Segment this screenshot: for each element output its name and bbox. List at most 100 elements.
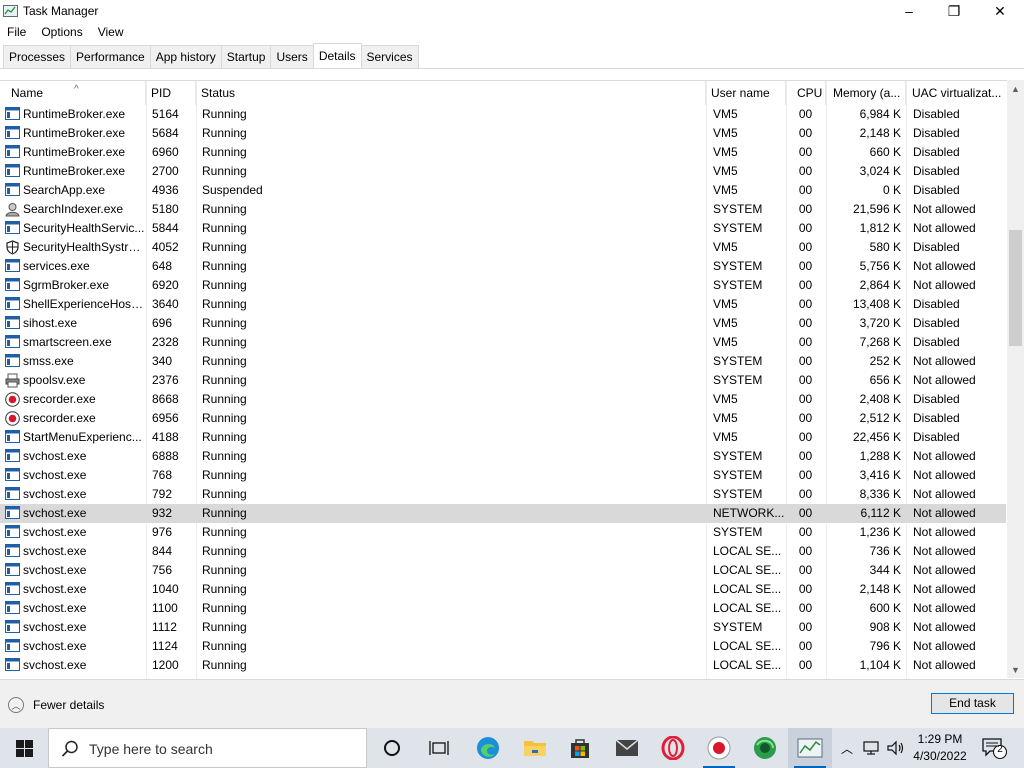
table-row[interactable]: spoolsv.exe 2376 Running SYSTEM 00 656 K Not a… [0,371,1006,390]
taskbar-recorder[interactable] [697,728,741,768]
table-row[interactable]: svchost.exe 1100 Running LOCAL SE... 00 600 K… [0,599,1006,618]
maximize-button[interactable]: ❐ [931,0,977,22]
process-name: svchost.exe [23,449,87,463]
tab-processes[interactable]: Processes [3,45,72,68]
column-header-cpu[interactable]: CPU [792,81,826,105]
menu-options[interactable]: Options [34,23,90,43]
footer-bar: ︿ Fewer details End task [0,679,1024,729]
table-row[interactable]: ShellExperienceHost.... 3640 Running VM5 00 1… [0,295,1006,314]
process-memory: 1,104 K [859,658,901,672]
table-row[interactable]: srecorder.exe 8668 Running VM5 00 2,408 K Disa… [0,390,1006,409]
table-row[interactable]: svchost.exe 1040 Running LOCAL SE... 00 2,148… [0,580,1006,599]
taskbar-clock[interactable]: 1:29 PM 4/30/2022 [906,731,974,765]
process-cpu: 00 [798,544,813,558]
column-header-uac[interactable]: UAC virtualizat... [907,81,1006,105]
minimize-button[interactable]: – [886,0,932,22]
taskbar-store[interactable] [558,728,602,768]
tab-details[interactable]: Details [312,43,362,68]
table-row[interactable]: StartMenuExperienc... 4188 Running VM5 00 22,… [0,428,1006,447]
table-row[interactable]: svchost.exe 932 Running NETWORK... 00 6,112 K… [0,504,1006,523]
table-row[interactable]: RuntimeBroker.exe 6960 Running VM5 00 660 K Di… [0,143,1006,162]
process-pid: 5684 [152,126,179,140]
table-row[interactable]: svchost.exe 756 Running LOCAL SE... 00 344 K N… [0,561,1006,580]
tab-app-history[interactable]: App history [149,45,222,68]
process-uac: Disabled [913,126,960,140]
table-row[interactable]: sihost.exe 696 Running VM5 00 3,720 K Disabled [0,314,1006,333]
fewer-details-button[interactable]: ︿ Fewer details [8,695,104,715]
scroll-down-arrow-icon[interactable]: ▼ [1007,661,1024,678]
table-row[interactable]: svchost.exe 1124 Running LOCAL SE... 00 796 K… [0,637,1006,656]
process-name: svchost.exe [23,544,87,558]
process-user: VM5 [713,297,738,311]
table-row[interactable]: SgrmBroker.exe 6920 Running SYSTEM 00 2,864 K… [0,276,1006,295]
table-row[interactable]: svchost.exe 6888 Running SYSTEM 00 1,288 K Not… [0,447,1006,466]
end-task-button[interactable]: End task [931,693,1014,714]
volume-icon[interactable] [886,740,906,756]
vertical-scrollbar[interactable]: ▲ ▼ [1007,80,1024,678]
table-row[interactable]: svchost.exe 792 Running SYSTEM 00 8,336 K Not … [0,485,1006,504]
table-row[interactable]: svchost.exe 844 Running LOCAL SE... 00 736 K N… [0,542,1006,561]
menu-file[interactable]: File [0,23,34,43]
process-uac: Disabled [913,335,960,349]
app-window-icon [5,164,21,179]
taskbar-file-explorer[interactable] [513,728,557,768]
tab-services[interactable]: Services [360,45,419,68]
taskbar-opera[interactable] [651,728,695,768]
store-bag-icon [571,739,589,758]
network-icon[interactable] [862,740,882,756]
task-view-button[interactable] [417,728,461,768]
table-row[interactable]: RuntimeBroker.exe 5684 Running VM5 00 2,148 K… [0,124,1006,143]
record-icon [5,411,21,426]
app-window-icon [5,316,21,331]
table-row[interactable]: services.exe 648 Running SYSTEM 00 5,756 K Not… [0,257,1006,276]
column-header-name[interactable]: ^ Name [6,81,146,105]
process-status: Running [202,658,247,672]
table-row[interactable]: smartscreen.exe 2328 Running VM5 00 7,268 K Di… [0,333,1006,352]
taskbar-edge[interactable] [466,728,510,768]
menu-view[interactable]: View [91,23,132,43]
process-memory: 736 K [869,544,901,558]
scroll-thumb[interactable] [1009,230,1022,346]
table-row[interactable]: RuntimeBroker.exe 5164 Running VM5 00 6,984 K… [0,105,1006,124]
column-header-status[interactable]: Status [196,81,706,105]
process-status: Running [202,202,247,216]
column-header-user[interactable]: User name [706,81,786,105]
tab-performance[interactable]: Performance [70,45,151,68]
table-row[interactable]: SecurityHealthServic... 5844 Running SYSTEM… [0,219,1006,238]
process-memory: 1,812 K [859,221,901,235]
table-row[interactable]: SecurityHealthSystra... 4052 Running VM5 00 5… [0,238,1006,257]
process-uac: Disabled [913,164,960,178]
tab-users[interactable]: Users [270,45,314,68]
process-pid: 696 [152,316,173,330]
taskbar-search-box[interactable]: Type here to search [48,728,367,768]
column-header-memory[interactable]: Memory (a... [828,81,906,105]
table-row[interactable]: srecorder.exe 6956 Running VM5 00 2,512 K Disa… [0,409,1006,428]
process-cpu: 00 [798,240,813,254]
process-pid: 976 [152,525,173,539]
table-row[interactable]: SearchIndexer.exe 5180 Running SYSTEM 00 21,5… [0,200,1006,219]
table-row[interactable]: svchost.exe 976 Running SYSTEM 00 1,236 K Not … [0,523,1006,542]
process-pid: 648 [152,259,173,273]
table-row[interactable]: svchost.exe 768 Running SYSTEM 00 3,416 K Not … [0,466,1006,485]
process-name: svchost.exe [23,468,87,482]
column-header-pid[interactable]: PID [146,81,196,105]
process-name: svchost.exe [23,620,87,634]
close-button[interactable]: ✕ [977,0,1023,22]
scroll-up-arrow-icon[interactable]: ▲ [1007,80,1024,97]
table-row[interactable]: svchost.exe 1112 Running SYSTEM 00 908 K Not a… [0,618,1006,637]
table-row[interactable]: smss.exe 340 Running SYSTEM 00 252 K Not allow… [0,352,1006,371]
chevron-up-icon[interactable]: ︿ [838,740,856,757]
tab-startup[interactable]: Startup [220,45,272,68]
action-center-button[interactable]: 2 [980,736,1010,760]
taskbar-task-manager[interactable] [788,728,832,768]
table-row[interactable]: RuntimeBroker.exe 2700 Running VM5 00 3,024 K… [0,162,1006,181]
app-window-icon [5,145,21,160]
cortana-button[interactable] [370,728,414,768]
table-row[interactable]: SearchApp.exe 4936 Suspended VM5 00 0 K Disabl… [0,181,1006,200]
start-button[interactable] [0,728,48,768]
table-row[interactable]: svchost.exe 1200 Running LOCAL SE... 00 1,104… [0,656,1006,675]
taskbar-edge-dev[interactable] [743,728,787,768]
app-window-icon [5,544,21,559]
taskbar-mail[interactable] [605,728,649,768]
process-uac: Disabled [913,145,960,159]
